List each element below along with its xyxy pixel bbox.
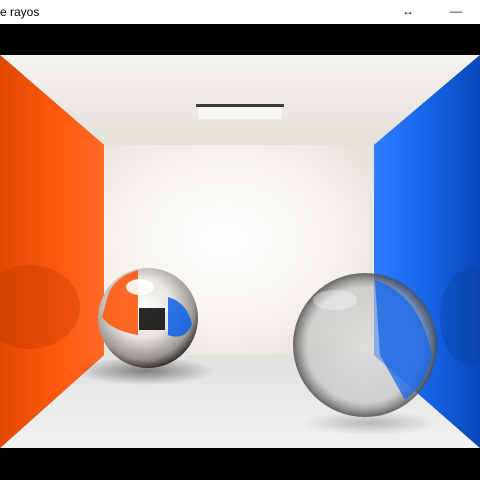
title-bar[interactable]: e rayos ↔ — (0, 0, 480, 24)
render-canvas (0, 55, 480, 448)
ceiling-light-glow (198, 107, 282, 119)
ceiling-light (196, 104, 284, 107)
glass-sphere (293, 273, 437, 417)
cornell-box-render (0, 55, 480, 448)
resize-icon[interactable]: ↔ (396, 0, 420, 24)
chrome-sphere (98, 268, 198, 368)
app-window: e rayos ↔ — (0, 0, 480, 480)
window-title: e rayos (0, 5, 40, 19)
minimize-icon[interactable]: — (444, 0, 468, 24)
